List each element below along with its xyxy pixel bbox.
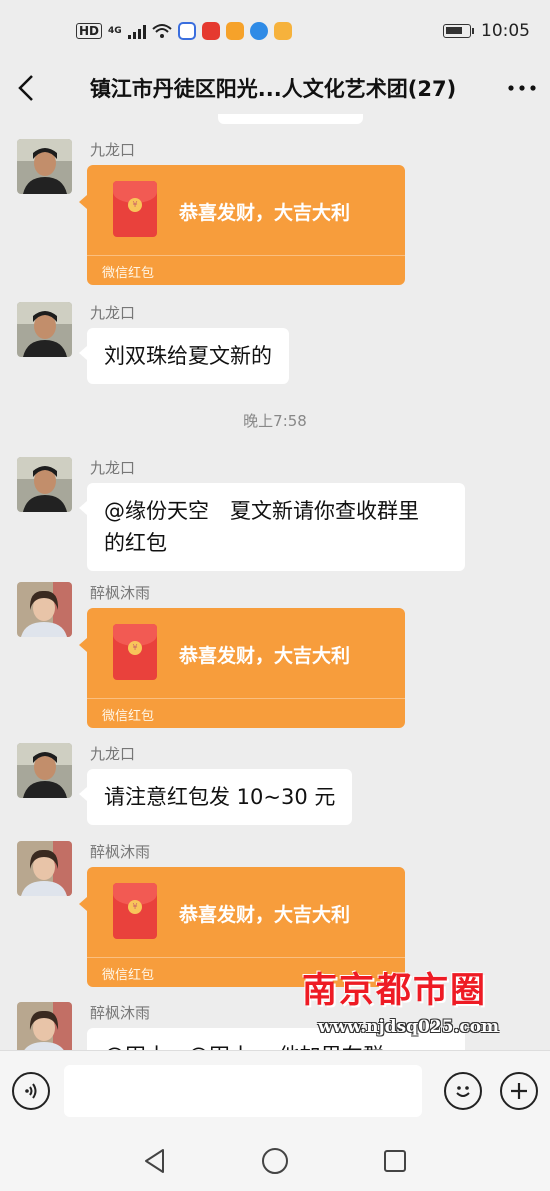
signal-icon	[127, 23, 146, 39]
orange-play-app-icon	[225, 22, 244, 40]
chat-header: 镇江市丹徒区阳光...人文化艺术团(27)	[0, 62, 550, 114]
red-packet[interactable]: ¥ 恭喜发财，大吉大利 微信红包	[79, 165, 405, 285]
circle-home-icon	[262, 1147, 288, 1174]
red-packet-icon: ¥	[113, 181, 157, 237]
timestamp: 晚上7:58	[243, 412, 307, 430]
red-packet-greeting: 恭喜发财，大吉大利	[179, 904, 351, 926]
square-recents-icon	[384, 1149, 406, 1172]
message-bubble[interactable]: @缘份天空 夏文新请你查收群里 的红包	[79, 483, 465, 571]
message-bubble[interactable]: 请注意红包发 10~30 元	[78, 769, 353, 825]
status-time: 10:05	[481, 21, 530, 41]
message-item: 九龙口 ¥ 恭喜发财，大吉大利 微信红包	[0, 139, 550, 289]
message-line: @缘份天空 夏文新请你查收群里	[104, 499, 419, 523]
red-app-icon	[201, 22, 220, 40]
red-packet-label: 微信红包	[102, 709, 155, 724]
red-packet[interactable]: ¥ 恭喜发财，大吉大利 微信红包	[79, 867, 405, 987]
message-item: 醉枫沐雨 ¥ 恭喜发财，大吉大利 微信红包	[0, 841, 550, 991]
emoji-button[interactable]	[444, 1071, 482, 1110]
red-packet-greeting: 恭喜发财，大吉大利	[179, 202, 351, 224]
nav-back-button[interactable]	[135, 1141, 175, 1181]
sender-name: 九龙口	[90, 304, 136, 322]
avatar[interactable]	[17, 457, 72, 512]
avatar[interactable]	[17, 743, 72, 798]
triangle-back-icon	[145, 1148, 164, 1173]
message-line: 的红包	[104, 531, 167, 555]
sender-name: 九龙口	[90, 745, 136, 763]
system-nav-bar	[0, 1130, 550, 1191]
plus-button[interactable]	[500, 1071, 538, 1110]
voice-icon	[25, 1082, 37, 1099]
chevron-left-icon	[18, 75, 33, 101]
avatar[interactable]	[17, 302, 72, 357]
hd-badge: HD	[76, 23, 103, 39]
message-list[interactable]: 九龙口 ¥ 恭喜发财，大吉大利 微信红包 九龙口 刘双珠给夏文新的 晚上7:58…	[0, 114, 550, 1050]
wifi-icon	[152, 24, 172, 38]
sender-name: 醉枫沐雨	[90, 584, 151, 602]
paw-app-icon	[177, 22, 196, 40]
message-item: 醉枫沐雨 @田小…@田小… 他加里在群	[0, 1002, 550, 1050]
red-packet-icon: ¥	[113, 883, 157, 939]
battery-icon	[443, 24, 474, 38]
status-right: 10:05	[443, 21, 530, 41]
yellow-app-icon	[273, 22, 292, 40]
nav-home-button[interactable]	[255, 1141, 295, 1181]
message-item: 九龙口 刘双珠给夏文新的	[0, 302, 550, 392]
chat-title: 镇江市丹徒区阳光...人文化艺术团(27)	[89, 77, 457, 101]
emoji-icon	[456, 1085, 470, 1097]
avatar[interactable]	[17, 139, 72, 194]
plus-icon	[511, 1082, 527, 1099]
red-packet-icon: ¥	[113, 624, 157, 680]
more-button[interactable]	[494, 62, 550, 114]
red-packet[interactable]: ¥ 恭喜发财，大吉大利 微信红包	[79, 608, 405, 728]
previous-bubble-edge	[218, 114, 363, 124]
sender-name: 九龙口	[90, 141, 136, 159]
nav-recents-button[interactable]	[375, 1141, 415, 1181]
sender-name: 醉枫沐雨	[90, 843, 151, 861]
sender-name: 醉枫沐雨	[90, 1004, 151, 1022]
message-item: 醉枫沐雨 ¥ 恭喜发财，大吉大利 微信红包	[0, 582, 550, 732]
red-packet-greeting: 恭喜发财，大吉大利	[179, 645, 351, 667]
avatar[interactable]	[17, 841, 72, 896]
message-bubble[interactable]: @田小…@田小… 他加里在群	[87, 1028, 465, 1050]
input-bar	[0, 1050, 550, 1130]
back-button[interactable]	[0, 62, 52, 114]
status-bar: HD 4G 10:05	[0, 0, 550, 62]
more-dots-icon	[508, 85, 536, 91]
network-type: 4G	[108, 25, 122, 36]
red-packet-label: 微信红包	[102, 968, 155, 983]
message-item: 九龙口 @缘份天空 夏文新请你查收群里 的红包	[0, 457, 550, 572]
status-left: HD 4G	[76, 22, 292, 40]
message-item: 九龙口 请注意红包发 10~30 元	[0, 743, 550, 833]
red-packet-label: 微信红包	[102, 266, 155, 281]
avatar[interactable]	[17, 582, 72, 637]
globe-app-icon	[249, 22, 268, 40]
message-input[interactable]	[64, 1064, 422, 1117]
message-bubble[interactable]: 刘双珠给夏文新的	[79, 328, 289, 384]
avatar[interactable]	[17, 1002, 72, 1050]
voice-button[interactable]	[12, 1071, 50, 1110]
sender-name: 九龙口	[90, 459, 136, 477]
